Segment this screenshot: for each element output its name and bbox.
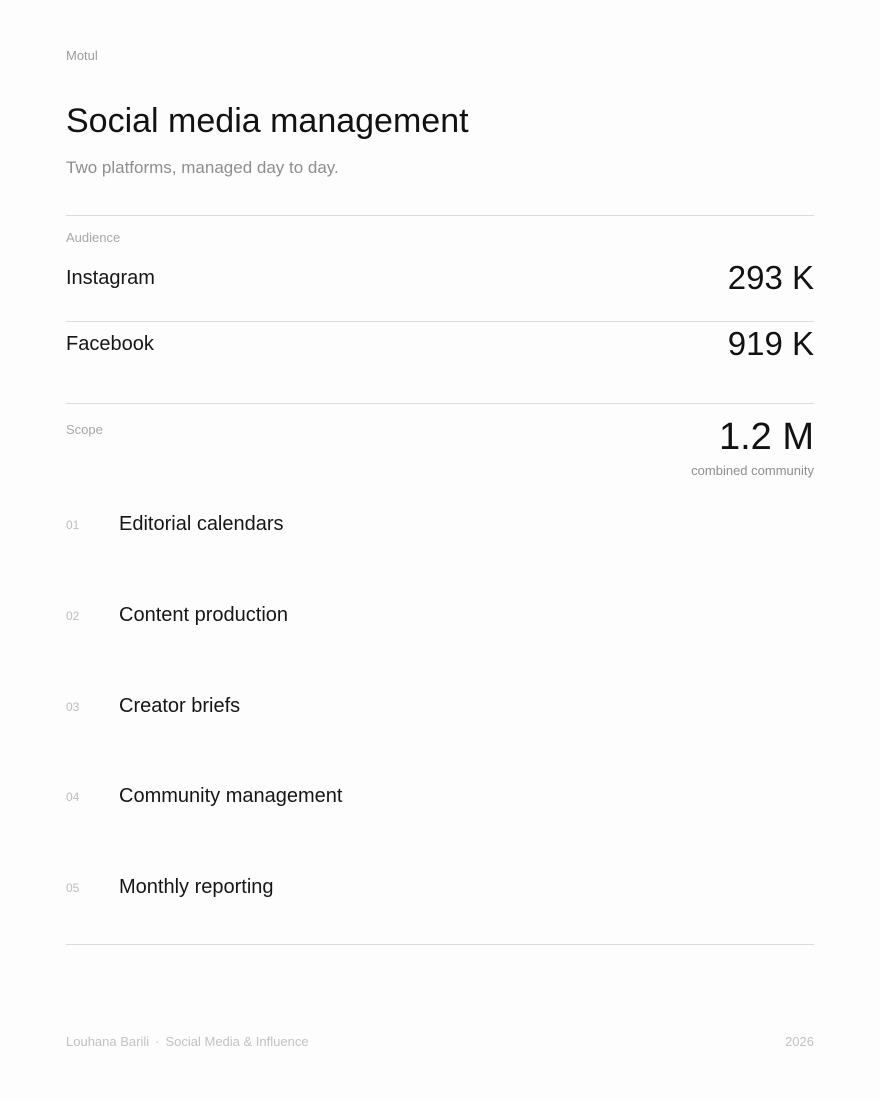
page-title: Social media management (66, 102, 469, 140)
item-number: 03 (66, 700, 80, 714)
platform-name-instagram: Instagram (66, 267, 155, 289)
list-item: 01 Editorial calendars (66, 508, 814, 548)
client-name: Motul (66, 48, 98, 63)
footer-author: Louhana Barili (66, 1034, 150, 1049)
platform-value-facebook: 919 K (727, 325, 814, 362)
list-item: 02 Content production (66, 599, 814, 639)
list-item: 03 Creator briefs (66, 690, 814, 730)
item-label: Community management (119, 785, 343, 807)
list-item: 05 Monthly reporting (66, 871, 814, 911)
item-number: 04 (66, 790, 80, 804)
scope-label: Scope (66, 422, 103, 437)
item-number: 05 (66, 881, 80, 895)
combined-total: 1.2 M (718, 416, 814, 458)
item-number: 02 (66, 609, 80, 623)
footer-separator: · (155, 1034, 160, 1049)
platform-name-facebook: Facebook (66, 333, 154, 355)
combined-caption: combined community (691, 463, 814, 478)
platform-value-instagram: 293 K (727, 259, 814, 296)
footer-year: 2026 (785, 1034, 814, 1049)
page-subtitle: Two platforms, managed day to day. (66, 158, 339, 177)
divider (66, 403, 814, 404)
item-label: Content production (119, 604, 289, 626)
item-label: Creator briefs (119, 695, 241, 717)
divider (66, 215, 814, 216)
divider (66, 321, 814, 322)
page: Motul Social media management Two platfo… (66, 0, 814, 1100)
footer-credit: Louhana Barili · Social Media & Influence (66, 1034, 309, 1049)
item-label: Monthly reporting (119, 876, 274, 898)
divider (66, 944, 814, 945)
item-number: 01 (66, 518, 80, 532)
footer-practice: Social Media & Influence (165, 1034, 309, 1049)
item-label: Editorial calendars (119, 513, 284, 535)
audience-label: Audience (66, 230, 121, 245)
list-item: 04 Community management (66, 780, 814, 820)
